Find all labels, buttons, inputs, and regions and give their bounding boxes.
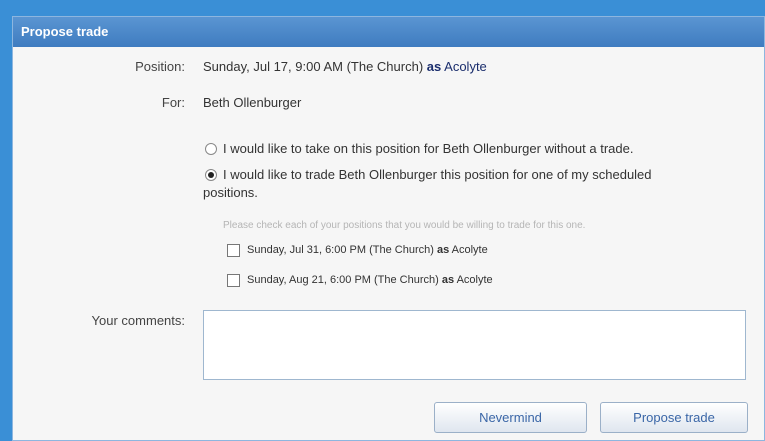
trade-radio[interactable] [205,169,217,181]
dialog-title: Propose trade [13,17,764,47]
no-trade-label[interactable]: I would like to take on this position fo… [223,141,633,156]
position-as: as [426,59,442,74]
position-value: Sunday, Jul 17, 9:00 AM (The Church) as … [203,59,487,74]
position-checkbox-2[interactable] [227,274,240,287]
comments-label: Your comments: [91,313,185,328]
no-trade-radio[interactable] [205,143,217,155]
position-2-text: Sunday, Aug 21, 6:00 PM (The Church) [247,274,439,286]
position-checkbox-label-2[interactable]: Sunday, Aug 21, 6:00 PM (The Church) as … [247,274,493,286]
position-checkbox-1[interactable] [227,244,240,257]
for-value: Beth Ollenburger [203,95,302,110]
position-role: Acolyte [444,59,487,74]
for-label: For: [161,95,185,110]
trade-hint: Please check each of your positions that… [223,220,586,231]
position-1-as: as [436,244,450,256]
position-1-text: Sunday, Jul 31, 6:00 PM (The Church) [247,244,434,256]
position-text: Sunday, Jul 17, 9:00 AM (The Church) [203,59,424,74]
position-1-role: Acolyte [451,244,488,256]
position-checkbox-label-1[interactable]: Sunday, Jul 31, 6:00 PM (The Church) as … [247,244,488,256]
position-2-as: as [441,274,455,286]
position-2-role: Acolyte [456,274,493,286]
trade-label-line2[interactable]: positions. [203,185,258,200]
nevermind-button[interactable]: Nevermind [434,402,587,433]
position-label: Position: [135,59,185,74]
comments-textarea[interactable] [203,310,746,380]
propose-trade-button[interactable]: Propose trade [600,402,748,433]
propose-trade-dialog: Propose trade Position: Sunday, Jul 17, … [12,16,765,441]
trade-label-line1[interactable]: I would like to trade Beth Ollenburger t… [223,167,652,182]
